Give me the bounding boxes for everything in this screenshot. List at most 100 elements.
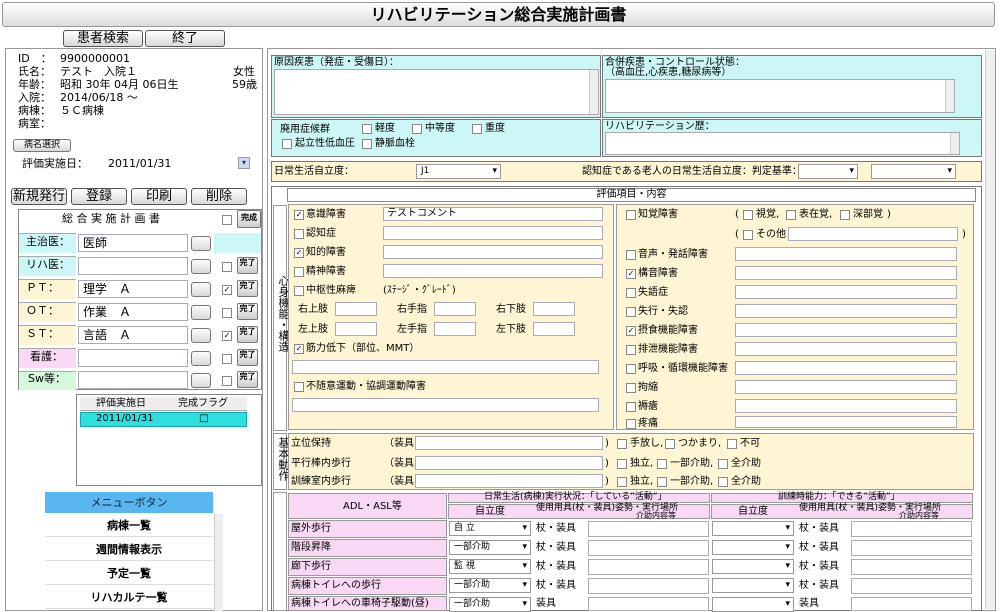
adl-row-corridor-train-select[interactable] xyxy=(712,559,794,574)
articulation-checkbox[interactable]: ✓ xyxy=(626,269,636,279)
pt-input[interactable]: 理学 Ａ xyxy=(78,280,188,298)
parallel-bar-tool-input[interactable] xyxy=(415,456,603,470)
articulation-input[interactable] xyxy=(735,266,957,280)
sw-select-button[interactable] xyxy=(191,373,211,388)
training-room-tool-input[interactable] xyxy=(415,474,603,488)
sensory-checkbox[interactable] xyxy=(626,210,636,220)
adl-row-toilet-walk-daily-select[interactable]: 一部介助 xyxy=(449,578,531,593)
patient-search-button[interactable]: 患者検索 xyxy=(63,30,143,47)
right-scrollbar[interactable] xyxy=(985,50,995,609)
comorbid-textarea[interactable] xyxy=(605,79,955,113)
contracture-input[interactable] xyxy=(735,380,957,394)
dysphagia-input[interactable] xyxy=(735,323,957,337)
sense-deep-checkbox[interactable] xyxy=(840,210,850,220)
adl-row-stairs-train-place[interactable] xyxy=(851,540,972,556)
menu-rehab-chart-list[interactable]: リハカルテ一覧 xyxy=(45,586,213,609)
pt-done-button[interactable]: 完了 xyxy=(237,280,258,297)
adl-row-toilet-wheelchair-daily-place[interactable] xyxy=(588,597,709,611)
ot-input[interactable]: 作業 Ａ xyxy=(78,303,188,321)
rehab-history-textarea[interactable] xyxy=(605,132,960,155)
rehab-doctor-input[interactable] xyxy=(78,257,188,275)
central-paralysis-checkbox[interactable] xyxy=(294,286,304,296)
apraxia-input[interactable] xyxy=(735,304,957,318)
adl-row-toilet-wheelchair-train-place[interactable] xyxy=(851,597,972,611)
sense-other-input[interactable] xyxy=(788,227,958,241)
comorbid-scrollbar[interactable] xyxy=(945,80,954,112)
sense-other-checkbox[interactable] xyxy=(743,230,753,240)
left-finger-input[interactable] xyxy=(434,322,476,336)
adl-row-stairs-train-select[interactable] xyxy=(712,540,794,555)
attending-select-button[interactable] xyxy=(191,236,211,251)
intellectual-input[interactable] xyxy=(383,245,603,259)
muscle-weakness-input[interactable] xyxy=(292,360,599,374)
right-upper-limb-input[interactable] xyxy=(335,302,377,316)
adl-row-outdoor-daily-select[interactable]: 自 立 xyxy=(449,521,531,536)
nurse-done-button[interactable]: 完了 xyxy=(237,349,258,366)
training-room-opt1-checkbox[interactable] xyxy=(617,477,627,487)
left-lower-limb-input[interactable] xyxy=(533,322,575,336)
respiratory-checkbox[interactable] xyxy=(626,364,636,374)
adl-row-toilet-walk-train-place[interactable] xyxy=(851,578,972,594)
sense-superficial-checkbox[interactable] xyxy=(786,210,796,220)
contracture-checkbox[interactable] xyxy=(626,383,636,393)
sw-done-button[interactable]: 完了 xyxy=(237,371,258,388)
apraxia-checkbox[interactable] xyxy=(626,307,636,317)
parallel-bar-opt3-checkbox[interactable] xyxy=(718,459,728,469)
adl-row-corridor-daily-place[interactable] xyxy=(588,559,709,575)
adl-row-toilet-walk-daily-place[interactable] xyxy=(588,578,709,594)
mental-checkbox[interactable] xyxy=(294,267,304,277)
aphasia-input[interactable] xyxy=(735,285,957,299)
consciousness-checkbox[interactable]: ✓ xyxy=(294,210,304,220)
consciousness-input[interactable]: テストコメント xyxy=(383,207,603,221)
new-issue-button[interactable]: 新規発行 xyxy=(11,188,67,205)
speech-input[interactable] xyxy=(735,247,957,261)
right-lower-limb-input[interactable] xyxy=(533,302,575,316)
dementia-level-select[interactable] xyxy=(871,164,956,179)
cause-scrollbar[interactable] xyxy=(589,70,598,114)
training-room-opt3-checkbox[interactable] xyxy=(718,477,728,487)
daily-independence-select[interactable]: J1 xyxy=(416,164,501,179)
training-room-opt2-checkbox[interactable] xyxy=(657,477,667,487)
ot-select-button[interactable] xyxy=(191,305,211,320)
exit-button[interactable]: 終了 xyxy=(145,30,225,47)
menu-ward-list[interactable]: 病棟一覧 xyxy=(45,514,213,537)
excretion-checkbox[interactable] xyxy=(626,345,636,355)
sw-input[interactable] xyxy=(78,371,188,389)
delete-button[interactable]: 削除 xyxy=(191,188,247,205)
complete-button[interactable]: 完成 xyxy=(237,210,261,228)
excretion-input[interactable] xyxy=(735,342,957,356)
disuse-mild-checkbox[interactable] xyxy=(362,124,372,134)
adl-row-toilet-walk-train-select[interactable] xyxy=(712,578,794,593)
plan-complete-checkbox[interactable] xyxy=(222,215,232,225)
attending-input[interactable]: 医師 xyxy=(78,234,188,252)
adl-row-toilet-wheelchair-train-select[interactable] xyxy=(712,597,794,612)
respiratory-input[interactable] xyxy=(735,361,957,375)
nurse-select-button[interactable] xyxy=(191,351,211,366)
standing-opt1-checkbox[interactable] xyxy=(617,439,627,449)
dysphagia-checkbox[interactable]: ✓ xyxy=(626,326,636,336)
dementia-criteria-select[interactable] xyxy=(798,164,858,179)
rehab-doctor-done-button[interactable]: 完了 xyxy=(237,257,258,274)
menu-scrollbar[interactable] xyxy=(214,514,223,611)
disuse-severe-checkbox[interactable] xyxy=(472,124,482,134)
dementia-checkbox[interactable] xyxy=(294,229,304,239)
adl-row-stairs-daily-place[interactable] xyxy=(588,540,709,556)
menu-weekly-info[interactable]: 週間情報表示 xyxy=(45,538,213,561)
standing-tool-input[interactable] xyxy=(415,436,603,450)
left-upper-limb-input[interactable] xyxy=(335,322,377,336)
print-button[interactable]: 印刷 xyxy=(131,188,187,205)
involuntary-checkbox[interactable] xyxy=(294,382,304,392)
standing-opt3-checkbox[interactable] xyxy=(727,439,737,449)
pressure-ulcer-checkbox[interactable] xyxy=(626,402,636,412)
menu-schedule-list[interactable]: 予定一覧 xyxy=(45,562,213,585)
dementia-input[interactable] xyxy=(383,226,603,240)
speech-checkbox[interactable] xyxy=(626,250,636,260)
pt-checkbox[interactable]: ✓ xyxy=(222,285,232,295)
disuse-moderate-checkbox[interactable] xyxy=(412,124,422,134)
right-finger-input[interactable] xyxy=(434,302,476,316)
pain-input[interactable] xyxy=(735,416,957,428)
standing-opt2-checkbox[interactable] xyxy=(665,439,675,449)
aphasia-checkbox[interactable] xyxy=(626,288,636,298)
rehab-doctor-select-button[interactable] xyxy=(191,259,211,274)
sense-visual-checkbox[interactable] xyxy=(743,210,753,220)
